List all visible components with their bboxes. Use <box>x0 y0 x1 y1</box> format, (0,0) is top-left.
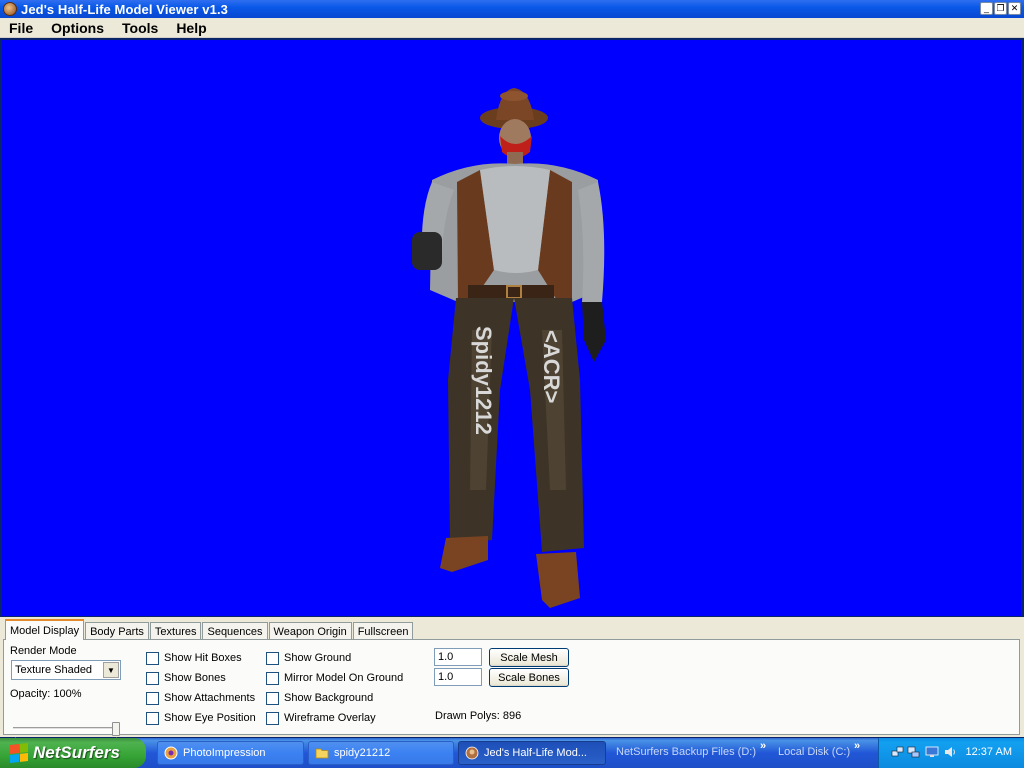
model-render: Spidy1212 <ACR> <box>412 88 606 608</box>
title-bar[interactable]: Jed's Half-Life Model Viewer v1.3 _ ❐ ✕ <box>0 0 1024 18</box>
task-label: spidy21212 <box>334 747 391 759</box>
checkbox-label: Show Background <box>284 692 374 704</box>
task-label: Jed's Half-Life Mod... <box>484 747 587 759</box>
model-viewport[interactable]: Spidy1212 <ACR> <box>2 40 1021 616</box>
tab-sequences[interactable]: Sequences <box>202 622 268 640</box>
display-icon[interactable] <box>925 745 939 759</box>
show-attachments-checkbox[interactable]: Show Attachments <box>146 690 255 706</box>
minimize-icon: _ <box>983 3 989 13</box>
checkbox-label: Mirror Model On Ground <box>284 672 404 684</box>
taskbar: NetSurfers PhotoImpression spidy21212 Je… <box>0 738 1024 768</box>
checkbox-label: Show Bones <box>164 672 226 684</box>
drawn-polys-label: Drawn Polys: 896 <box>435 710 522 722</box>
close-button[interactable]: ✕ <box>1008 2 1021 15</box>
checkbox-box[interactable] <box>146 711 159 725</box>
model-torso <box>430 163 600 302</box>
folder-icon <box>315 748 329 759</box>
checkbox-label: Show Ground <box>284 652 352 664</box>
opacity-label: Opacity: 100% <box>10 688 82 700</box>
model-belt <box>468 285 554 299</box>
chaps-text-left: Spidy1212 <box>471 326 496 435</box>
scale-mesh-input[interactable] <box>434 648 482 666</box>
opacity-slider-thumb[interactable] <box>112 722 120 736</box>
menu-file[interactable]: File <box>0 20 42 36</box>
start-button[interactable]: NetSurfers <box>0 738 146 768</box>
menu-help[interactable]: Help <box>167 20 215 36</box>
mirror-model-checkbox[interactable]: Mirror Model On Ground <box>266 670 403 686</box>
checkbox-box[interactable] <box>266 691 279 705</box>
checkbox-label: Show Hit Boxes <box>164 652 242 664</box>
menu-options[interactable]: Options <box>42 20 113 36</box>
task-label: PhotoImpression <box>183 747 266 759</box>
tab-body-parts[interactable]: Body Parts <box>85 622 149 640</box>
checkbox-box[interactable] <box>266 711 279 725</box>
system-tray: 12:37 AM <box>878 738 1024 768</box>
opacity-slider-track[interactable] <box>13 727 117 730</box>
show-hit-boxes-checkbox[interactable]: Show Hit Boxes <box>146 650 242 666</box>
window-title: Jed's Half-Life Model Viewer v1.3 <box>21 1 229 17</box>
checkbox-box[interactable] <box>146 651 159 665</box>
tab-strip: Model Display Body Parts Textures Sequen… <box>5 619 414 640</box>
windows-flag-icon <box>10 743 28 763</box>
show-background-checkbox[interactable]: Show Background <box>266 690 373 706</box>
quicklink-backup-drive[interactable]: NetSurfers Backup Files (D:) <box>616 746 756 758</box>
network-icon[interactable] <box>891 745 905 759</box>
model-display-page: Render Mode Texture Shaded ▼ Opacity: 10… <box>3 639 1020 740</box>
render-mode-value: Texture Shaded <box>15 664 93 676</box>
show-bones-checkbox[interactable]: Show Bones <box>146 670 226 686</box>
menu-bar: File Options Tools Help <box>0 18 1024 38</box>
task-spidy21212[interactable]: spidy21212 <box>308 741 454 765</box>
chevron-icon[interactable]: » <box>760 740 766 752</box>
tab-fullscreen[interactable]: Fullscreen <box>352 622 414 640</box>
network-icon[interactable] <box>907 745 921 759</box>
model-viewer-icon <box>465 746 479 760</box>
quicklink-local-disk[interactable]: Local Disk (C:) <box>778 746 850 758</box>
scale-bones-button[interactable]: Scale Bones <box>489 668 569 687</box>
checkbox-box[interactable] <box>266 671 279 685</box>
show-ground-checkbox[interactable]: Show Ground <box>266 650 351 666</box>
tab-weapon-origin[interactable]: Weapon Origin <box>268 622 352 640</box>
scale-bones-input[interactable] <box>434 668 482 686</box>
tab-model-display[interactable]: Model Display <box>5 619 85 640</box>
chevron-icon[interactable]: » <box>854 740 860 752</box>
task-model-viewer[interactable]: Jed's Half-Life Mod... <box>458 741 606 765</box>
minimize-button[interactable]: _ <box>980 2 993 15</box>
control-panel: Model Display Body Parts Textures Sequen… <box>0 617 1024 740</box>
close-icon: ✕ <box>1010 3 1019 13</box>
scale-mesh-button[interactable]: Scale Mesh <box>489 648 569 667</box>
restore-icon: ❐ <box>996 3 1005 13</box>
speaker-icon[interactable] <box>943 745 957 759</box>
checkbox-label: Show Attachments <box>164 692 256 704</box>
tab-textures[interactable]: Textures <box>149 622 202 640</box>
wireframe-overlay-checkbox[interactable]: Wireframe Overlay <box>266 710 376 726</box>
chaps-text-right: <ACR> <box>539 330 564 403</box>
show-eye-position-checkbox[interactable]: Show Eye Position <box>146 710 256 726</box>
menu-tools[interactable]: Tools <box>113 20 167 36</box>
restore-button[interactable]: ❐ <box>994 2 1007 15</box>
dropdown-arrow-icon[interactable]: ▼ <box>103 662 119 678</box>
checkbox-box[interactable] <box>146 671 159 685</box>
photoimpression-icon <box>164 746 178 760</box>
app-icon[interactable] <box>3 2 17 16</box>
render-mode-label: Render Mode <box>10 645 77 657</box>
checkbox-box[interactable] <box>146 691 159 705</box>
render-mode-select[interactable]: Texture Shaded ▼ <box>11 660 121 680</box>
start-label: NetSurfers <box>33 743 120 762</box>
task-photoimpression[interactable]: PhotoImpression <box>157 741 304 765</box>
checkbox-box[interactable] <box>266 651 279 665</box>
checkbox-label: Wireframe Overlay <box>284 712 376 724</box>
clock[interactable]: 12:37 AM <box>966 746 1012 758</box>
checkbox-label: Show Eye Position <box>164 712 256 724</box>
